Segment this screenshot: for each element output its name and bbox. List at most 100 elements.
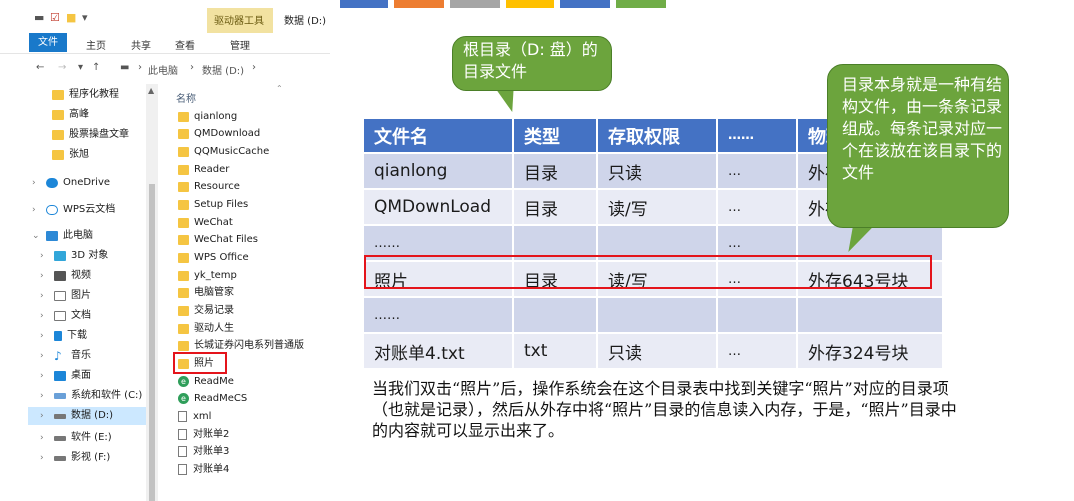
- nav-scrollbar[interactable]: ▲: [146, 84, 158, 501]
- chevron-right-icon[interactable]: ›: [32, 201, 42, 219]
- list-item[interactable]: 对账单2: [178, 426, 229, 443]
- sidebar-item-music[interactable]: › ♪ 音乐: [40, 347, 91, 365]
- windows-drive-icon: [54, 393, 66, 399]
- recent-dropdown-icon[interactable]: ▾: [78, 62, 83, 73]
- cell: txt: [513, 332, 598, 368]
- chevron-right-icon[interactable]: ›: [40, 287, 50, 305]
- scroll-up-icon[interactable]: ▲: [148, 86, 154, 95]
- file-name: Reader: [194, 164, 230, 175]
- breadcrumb-this-pc[interactable]: 此电脑: [148, 62, 178, 77]
- chevron-right-icon[interactable]: ›: [40, 247, 50, 265]
- list-item[interactable]: QQMusicCache: [178, 143, 269, 160]
- chevron-right-icon[interactable]: ›: [40, 307, 50, 325]
- sidebar-item-onedrive[interactable]: › OneDrive: [32, 174, 110, 192]
- sidebar-item-drive-d[interactable]: › 数据 (D:): [28, 407, 146, 425]
- chevron-right-icon[interactable]: ›: [40, 347, 50, 365]
- sidebar-item-desktop[interactable]: › 桌面: [40, 367, 91, 385]
- tab-view[interactable]: 查看: [175, 37, 195, 52]
- up-arrow-icon[interactable]: ↑: [92, 62, 100, 73]
- list-item[interactable]: xml: [178, 408, 211, 425]
- folder-icon: [178, 270, 189, 281]
- sidebar-item-this-pc[interactable]: ⌄ 此电脑: [32, 227, 93, 245]
- list-item[interactable]: WPS Office: [178, 249, 249, 266]
- folder-icon: [178, 217, 189, 228]
- list-item[interactable]: 对账单4: [178, 461, 229, 478]
- sidebar-item-drive-e[interactable]: › 软件 (E:): [40, 429, 112, 447]
- list-item[interactable]: 交易记录: [178, 302, 234, 319]
- chevron-right-icon[interactable]: ›: [32, 174, 42, 192]
- column-header-name[interactable]: 名称: [176, 90, 196, 105]
- drive-icon: [54, 413, 66, 419]
- customize-icon[interactable]: ▾: [82, 11, 88, 24]
- tab-file[interactable]: 文件: [29, 33, 67, 52]
- sidebar-item-label: 3D 对象: [71, 250, 109, 261]
- tab-manage[interactable]: 管理: [230, 37, 250, 52]
- sidebar-item-3d-objects[interactable]: › 3D 对象: [40, 247, 108, 265]
- save-icon[interactable]: ▬: [34, 11, 44, 24]
- chevron-right-icon[interactable]: ›: [40, 267, 50, 285]
- tab-home[interactable]: 主页: [86, 37, 106, 52]
- scrollbar-thumb[interactable]: [149, 184, 155, 501]
- folder-icon: [178, 323, 189, 334]
- list-item[interactable]: qianlong: [178, 108, 237, 125]
- sidebar-item-zhangxu[interactable]: 张旭: [52, 146, 89, 164]
- sidebar-item-videos[interactable]: › 视频: [40, 267, 91, 285]
- folder-icon: [178, 128, 189, 139]
- chevron-down-icon[interactable]: ⌄: [32, 227, 42, 245]
- back-arrow-icon[interactable]: ←: [36, 62, 44, 73]
- list-item[interactable]: e ReadMe: [178, 373, 234, 390]
- list-item[interactable]: QMDownload: [178, 125, 260, 142]
- list-item[interactable]: 驱动人生: [178, 320, 234, 337]
- list-item[interactable]: Resource: [178, 178, 240, 195]
- list-item[interactable]: Setup Files: [178, 196, 248, 213]
- drive-tools-label: 驱动器工具: [214, 16, 264, 27]
- list-item[interactable]: Reader: [178, 161, 229, 178]
- sidebar-item-drive-c[interactable]: › 系统和软件 (C:): [40, 387, 142, 405]
- new-folder-icon[interactable]: ■: [66, 11, 76, 24]
- sidebar-item-documents[interactable]: › 文档: [40, 307, 91, 325]
- tab-share[interactable]: 共享: [131, 37, 151, 52]
- header-type: 类型: [513, 119, 598, 153]
- sidebar-item-label: 张旭: [69, 149, 89, 160]
- list-item[interactable]: WeChat Files: [178, 231, 258, 248]
- sidebar-item-wps-cloud[interactable]: › WPS云文档: [32, 201, 115, 219]
- navigation-pane: 程序化教程 高峰 股票操盘文章 张旭 › OneDrive › WPS云文档 ⌄ 此电…: [0, 84, 160, 501]
- file-name: Setup Files: [194, 199, 249, 210]
- directory-callout-text: 目录本身就是一种有结构文件，由一条条记录组成。每条记录对应一个在该放在该目录下的…: [842, 75, 1003, 182]
- cell: …: [717, 332, 798, 368]
- header-access: 存取权限: [597, 119, 718, 153]
- folder-icon: [178, 199, 189, 210]
- list-item[interactable]: WeChat: [178, 214, 233, 231]
- folder-icon: [52, 150, 64, 160]
- list-item[interactable]: 对账单3: [178, 443, 229, 460]
- chevron-right-icon[interactable]: ›: [40, 367, 50, 385]
- list-item[interactable]: 电脑管家: [178, 284, 234, 301]
- folder-icon: [178, 146, 189, 157]
- chevron-right-icon[interactable]: ›: [40, 407, 50, 425]
- sidebar-item-programming-tutorial[interactable]: 程序化教程: [52, 86, 119, 104]
- chevron-right-icon[interactable]: ›: [40, 429, 50, 447]
- sidebar-item-gaofeng[interactable]: 高峰: [52, 106, 89, 124]
- cloud-icon: [46, 178, 58, 188]
- list-item[interactable]: yk_temp: [178, 267, 237, 284]
- sidebar-item-stock-articles[interactable]: 股票操盘文章: [52, 126, 129, 144]
- sidebar-item-pictures[interactable]: › 图片: [40, 287, 91, 305]
- document-icon: [178, 464, 187, 475]
- properties-icon[interactable]: ☑: [50, 11, 60, 24]
- file-name: QQMusicCache: [194, 146, 270, 157]
- chevron-right-icon[interactable]: ›: [40, 449, 50, 467]
- breadcrumb-drive[interactable]: 数据 (D:): [202, 62, 244, 77]
- list-item[interactable]: e ReadMeCS: [178, 390, 247, 407]
- chevron-right-icon[interactable]: ›: [40, 327, 50, 345]
- browser-link-icon: e: [178, 376, 189, 387]
- forward-arrow-icon[interactable]: →: [58, 62, 66, 73]
- sidebar-item-label: 图片: [71, 290, 91, 301]
- sidebar-item-label: 高峰: [69, 109, 89, 120]
- document-icon: [54, 311, 66, 321]
- file-name: 对账单3: [193, 446, 230, 457]
- file-name: WeChat: [194, 217, 233, 228]
- sidebar-item-downloads[interactable]: › 下载: [40, 327, 87, 345]
- address-bar[interactable]: ← → ▾ ↑ ▬ › 此电脑 › 数据 (D:) ›: [0, 57, 330, 81]
- sidebar-item-drive-f[interactable]: › 影视 (F:): [40, 449, 110, 467]
- chevron-right-icon[interactable]: ›: [40, 387, 50, 405]
